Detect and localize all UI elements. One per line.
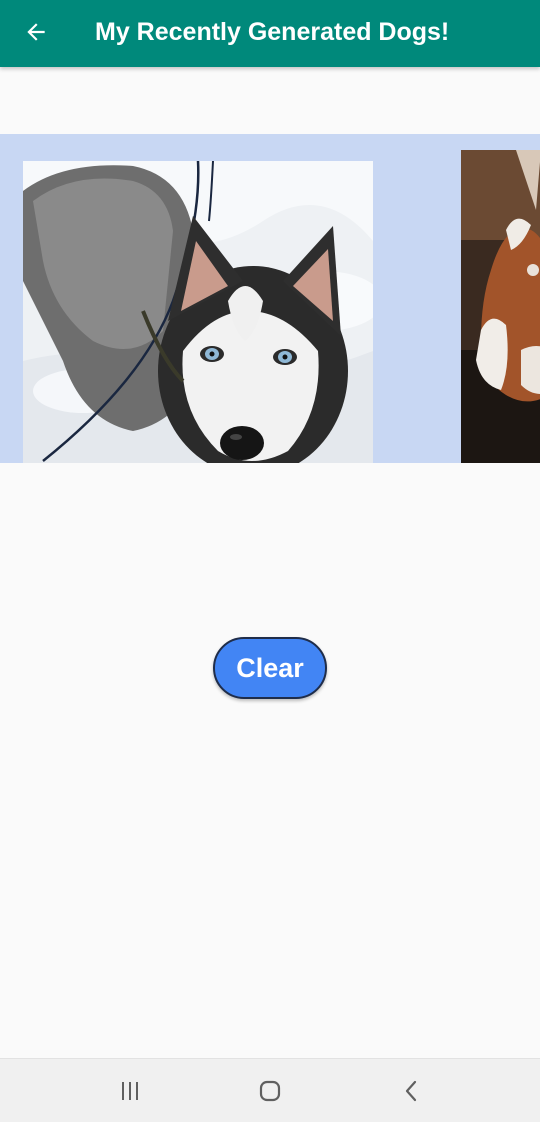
back-button[interactable] bbox=[14, 12, 58, 52]
app-screen: My Recently Generated Dogs! Clear bbox=[0, 0, 540, 1122]
dog-image-gallery[interactable] bbox=[0, 134, 540, 463]
spaniel-photo[interactable] bbox=[461, 150, 540, 463]
husky-photo[interactable] bbox=[23, 161, 373, 463]
arrow-left-icon bbox=[27, 23, 45, 41]
chevron-left-icon bbox=[405, 1080, 417, 1102]
recents-button[interactable] bbox=[100, 1069, 160, 1113]
recents-icon bbox=[122, 1082, 138, 1100]
home-icon bbox=[259, 1080, 281, 1102]
system-nav-bar bbox=[0, 1058, 540, 1122]
home-button[interactable] bbox=[240, 1069, 300, 1113]
clear-button[interactable]: Clear bbox=[213, 637, 327, 699]
page-title: My Recently Generated Dogs! bbox=[95, 18, 450, 46]
system-back-button[interactable] bbox=[382, 1069, 442, 1113]
app-bar: My Recently Generated Dogs! bbox=[0, 0, 540, 67]
